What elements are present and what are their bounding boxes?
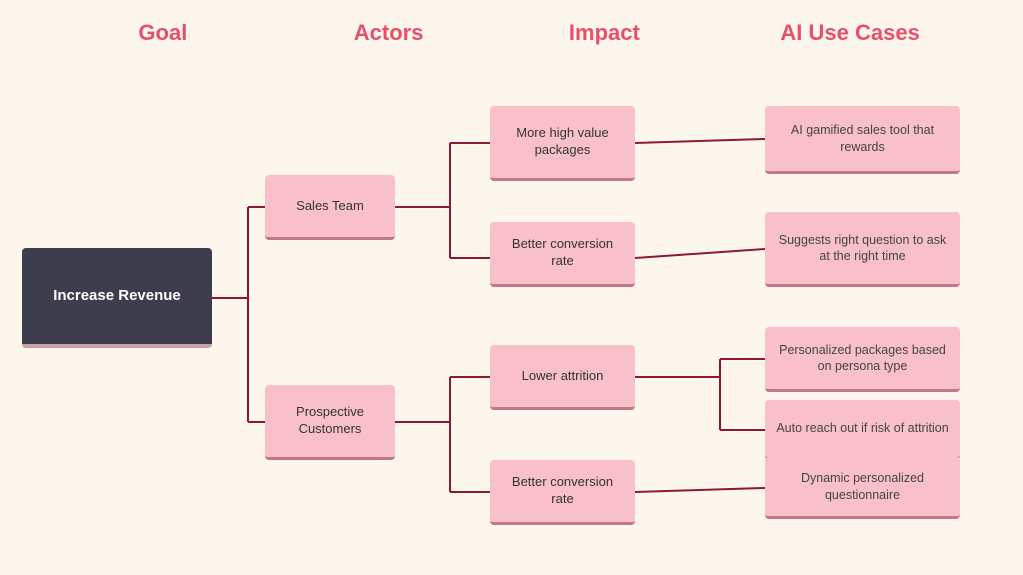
ai-personalized-packages-box: Personalized packages based on persona t…: [765, 327, 960, 392]
headers-row: Goal Actors Impact AI Use Cases: [20, 20, 1003, 46]
impact-better-conversion-sales-box: Better conversion rate: [490, 222, 635, 287]
impact-better-conversion-prospective-box: Better conversion rate: [490, 460, 635, 525]
diagram-container: Goal Actors Impact AI Use Cases: [0, 0, 1023, 575]
header-impact: Impact: [514, 20, 694, 46]
header-ai-use-cases: AI Use Cases: [740, 20, 960, 46]
ai-suggests-question-box: Suggests right question to ask at the ri…: [765, 212, 960, 287]
impact-high-value-packages-box: More high value packages: [490, 106, 635, 181]
ai-auto-reach-out-box: Auto reach out if risk of attrition: [765, 400, 960, 460]
impact-lower-attrition-box: Lower attrition: [490, 345, 635, 410]
ai-dynamic-questionnaire-box: Dynamic personalized questionnaire: [765, 457, 960, 519]
ai-gamified-sales-tool-box: AI gamified sales tool that rewards: [765, 106, 960, 174]
goal-box: Increase Revenue: [22, 248, 212, 348]
actor-sales-team-box: Sales Team: [265, 175, 395, 240]
header-actors: Actors: [309, 20, 469, 46]
header-goal: Goal: [63, 20, 263, 46]
actor-prospective-customers-box: Prospective Customers: [265, 385, 395, 460]
